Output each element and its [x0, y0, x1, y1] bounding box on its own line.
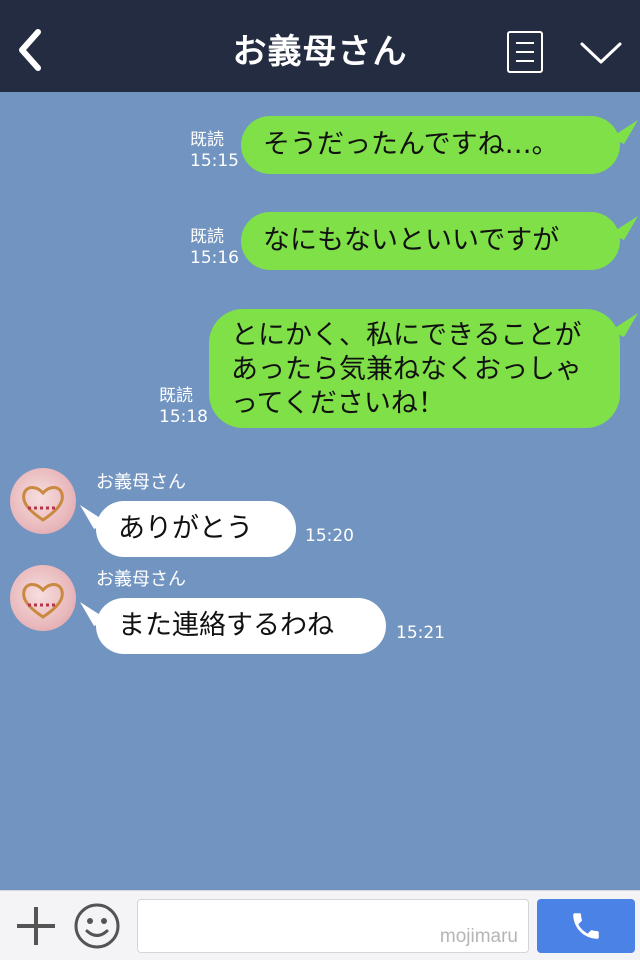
message-meta: 既読 15:15	[190, 130, 239, 172]
plus-icon	[17, 907, 55, 945]
bubble-tail	[610, 313, 638, 337]
incoming-message[interactable]: ありがとう	[80, 501, 296, 557]
message-text: ありがとう	[118, 513, 253, 544]
message-time: 15:20	[305, 526, 354, 546]
chevron-down-icon	[580, 42, 622, 64]
message-time: 15:15	[190, 151, 239, 171]
bubble-tail	[610, 120, 638, 144]
incoming-message[interactable]: また連絡するわね	[80, 598, 386, 654]
message-time: 15:21	[396, 623, 445, 643]
sender-name: お義母さん	[96, 569, 186, 590]
bubble-tail	[610, 216, 638, 240]
bubble-tail	[80, 505, 108, 529]
heart-icon	[22, 583, 64, 619]
sender-name: お義母さん	[96, 472, 186, 493]
message-meta: 既読 15:16	[190, 227, 239, 269]
outgoing-message[interactable]: とにかく、私にできることがあったら気兼ねなくおっしゃってくださいね！	[209, 309, 638, 428]
message-text: とにかく、私にできることがあったら気兼ねなくおっしゃってくださいね！	[231, 320, 582, 419]
message-composer: mojimaru	[0, 890, 640, 960]
emoji-button[interactable]	[73, 902, 121, 950]
message-text: なにもないといいですが	[263, 225, 560, 256]
watermark: mojimaru	[439, 926, 518, 947]
add-button[interactable]	[14, 904, 58, 948]
phone-icon	[573, 913, 599, 939]
read-receipt: 既読	[159, 386, 193, 406]
message-input-box[interactable]: mojimaru	[137, 899, 529, 953]
avatar[interactable]	[10, 468, 76, 534]
call-button[interactable]	[537, 899, 635, 953]
avatar[interactable]	[10, 565, 76, 631]
outgoing-message[interactable]: そうだったんですね…。	[241, 116, 638, 174]
read-receipt: 既読	[190, 227, 224, 247]
smiley-icon	[74, 903, 120, 949]
message-text: そうだったんですね…。	[263, 129, 559, 160]
read-receipt: 既読	[190, 130, 224, 150]
bubble-tail	[80, 602, 108, 626]
message-text: また連絡するわね	[118, 610, 334, 641]
chat-header: お義母さん	[0, 0, 640, 92]
message-time: 15:16	[190, 248, 239, 268]
message-list[interactable]: 既読 15:15 そうだったんですね…。 既読 15:16 なにもないといいです…	[0, 92, 640, 890]
heart-icon	[22, 486, 64, 522]
more-button[interactable]	[578, 38, 624, 68]
chat-title: お義母さん	[232, 32, 408, 72]
message-time: 15:18	[159, 407, 208, 427]
list-icon[interactable]	[507, 31, 543, 73]
message-meta: 既読 15:18	[159, 386, 208, 428]
outgoing-message[interactable]: なにもないといいですが	[241, 212, 638, 270]
